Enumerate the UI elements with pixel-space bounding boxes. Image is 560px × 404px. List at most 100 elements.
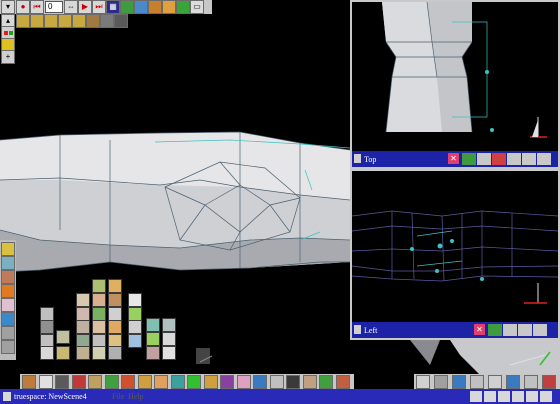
pointer-icon[interactable] [416,375,430,389]
cut-icon[interactable] [176,0,190,14]
scene-icon[interactable] [30,14,44,28]
tray-icon[interactable] [540,391,552,402]
light-icon[interactable] [220,375,234,389]
object-icon[interactable] [1,242,15,256]
bevel-icon[interactable] [108,320,122,334]
view-icon[interactable] [533,324,547,336]
cylinder-icon[interactable] [40,307,54,321]
cube-icon[interactable] [108,346,122,360]
torus-icon[interactable] [76,346,90,360]
scale-icon[interactable] [92,307,106,321]
rewind-icon[interactable]: ⏮ [30,0,44,14]
paint-icon[interactable] [253,375,267,389]
lathe-icon[interactable] [1,340,15,354]
grid-icon[interactable] [452,375,466,389]
rotate-icon[interactable] [477,153,491,165]
object-list-icon[interactable] [44,14,58,28]
material-icon[interactable] [162,0,176,14]
cube-icon[interactable] [128,293,142,307]
cube-icon[interactable] [22,375,36,389]
network-icon[interactable] [470,391,482,402]
text-icon[interactable] [137,375,152,389]
top-viewport[interactable]: Top ✕ [350,0,560,169]
move-icon[interactable] [76,293,90,307]
unknown-icon[interactable] [162,332,176,346]
view-icon[interactable] [507,153,521,165]
navigate-icon[interactable] [1,256,15,270]
torus-icon[interactable] [88,375,102,389]
undo-icon[interactable] [488,375,502,389]
object-icon[interactable] [470,375,484,389]
add-icon[interactable]: + [1,50,15,64]
zoom-icon[interactable] [492,153,506,165]
grid-icon[interactable]: ▦ [106,0,120,14]
play-forward-icon[interactable]: ⏭ [92,0,106,14]
cone-icon[interactable] [71,375,86,389]
zoom-icon[interactable] [506,375,520,389]
render-icon[interactable] [1,298,15,312]
render-icon[interactable] [120,0,134,14]
scale-icon[interactable] [187,375,201,389]
cone-icon[interactable] [108,279,122,293]
map-icon[interactable] [86,14,100,28]
rotate-icon[interactable] [170,375,185,389]
paint-icon[interactable] [148,0,162,14]
view-icon[interactable] [434,375,448,389]
spline-icon[interactable] [128,334,142,348]
light-icon[interactable] [72,14,86,28]
sphere-icon[interactable] [92,346,106,360]
cylinder-icon[interactable] [55,375,69,389]
tray-icon[interactable] [526,391,538,402]
palette-icon[interactable] [1,270,15,284]
lathe-icon[interactable] [108,307,122,321]
options-icon[interactable] [537,153,551,165]
menu-help[interactable]: Help [128,389,144,404]
axis-icon[interactable] [16,14,30,28]
window-icon[interactable]: ▭ [190,0,204,14]
material-icon[interactable] [162,318,176,332]
volume-icon[interactable] [484,391,496,402]
unknown-icon[interactable] [335,375,350,389]
camera-icon[interactable] [236,375,251,389]
pan-icon[interactable] [462,153,476,165]
cylinder-icon[interactable] [40,320,54,334]
torus-icon[interactable] [108,293,122,307]
camera-icon[interactable] [524,375,538,389]
person-icon[interactable] [286,375,300,389]
text-icon[interactable] [76,320,90,334]
frame-number-field[interactable]: 0 [45,1,63,13]
sphere-icon[interactable] [1,326,15,340]
clock-icon[interactable] [498,391,510,402]
close-icon[interactable] [146,346,160,360]
sphere-icon[interactable] [92,279,106,293]
left-viewport[interactable]: Left ✕ [350,169,560,340]
close-icon[interactable]: ✕ [474,324,485,335]
sphere-icon[interactable] [56,330,70,344]
viewport-menu-icon[interactable] [354,325,361,334]
zoom-icon[interactable] [518,324,532,336]
close-icon[interactable]: ✕ [448,153,459,164]
unknown-icon[interactable] [162,346,176,360]
cut-icon[interactable] [92,320,106,334]
sphere-icon[interactable] [38,375,53,389]
menu-file[interactable]: File [112,389,124,404]
grid-icon[interactable] [522,153,536,165]
grid-icon[interactable] [146,332,160,346]
box-icon[interactable] [128,320,142,334]
view-icon[interactable] [1,312,15,326]
material-icon[interactable] [1,284,15,298]
plane-icon[interactable] [128,307,142,321]
pan-icon[interactable] [488,324,502,336]
grid-icon[interactable] [146,318,160,332]
unknown-icon[interactable] [319,375,333,389]
render-icon[interactable] [302,375,317,389]
rotate-icon[interactable] [503,324,517,336]
sweep-icon[interactable] [76,307,90,321]
lathe-icon[interactable] [104,375,119,389]
sweep-icon[interactable] [121,375,135,389]
settings-icon[interactable] [100,14,114,28]
cube-icon[interactable] [40,346,54,360]
material-icon[interactable] [203,375,218,389]
record-icon[interactable]: ● [16,0,30,14]
rotate-icon[interactable] [92,293,106,307]
